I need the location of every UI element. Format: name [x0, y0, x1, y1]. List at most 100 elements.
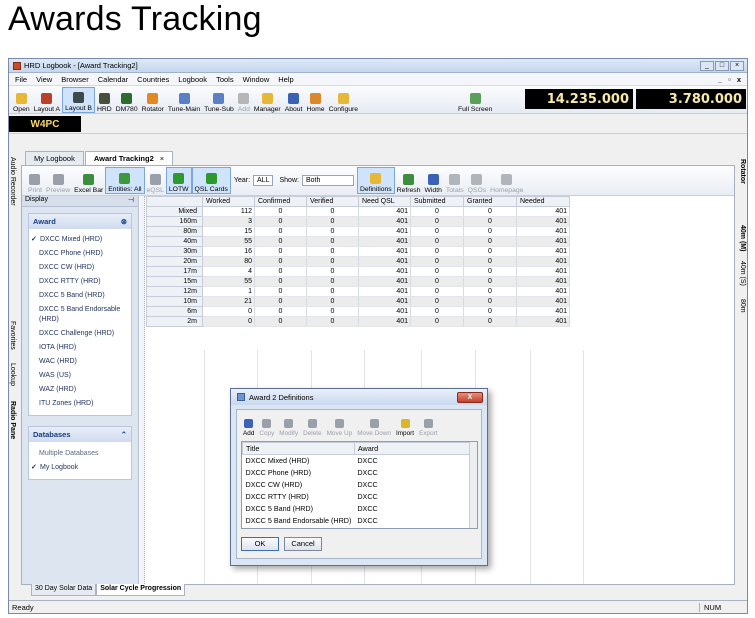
- cell-worked[interactable]: 0: [202, 316, 255, 327]
- col-header-worked[interactable]: Worked: [202, 196, 255, 207]
- database-item-my-logbook[interactable]: ✓ My Logbook: [31, 461, 128, 475]
- side-tab-rotator[interactable]: Rotator: [739, 159, 746, 184]
- tab-solar-cycle-progression[interactable]: Solar Cycle Progression: [96, 584, 186, 596]
- cell-needed[interactable]: 401: [516, 306, 570, 317]
- entities-all-button[interactable]: Entities: All: [105, 167, 145, 194]
- cell-granted[interactable]: 0: [463, 306, 517, 317]
- cell-granted[interactable]: 0: [463, 256, 517, 267]
- cell-needed[interactable]: 401: [516, 246, 570, 257]
- award-item-iota-hrd[interactable]: IOTA (HRD): [39, 341, 128, 355]
- table-row[interactable]: 40m 55 0 0 401 0 0 401: [146, 236, 570, 247]
- cell-confirmed[interactable]: 0: [254, 226, 307, 237]
- menu-logbook[interactable]: Logbook: [178, 75, 207, 84]
- cell-needed[interactable]: 401: [516, 296, 570, 307]
- table-row[interactable]: 12m 1 0 0 401 0 0 401: [146, 286, 570, 297]
- refresh-button[interactable]: Refresh: [395, 167, 423, 194]
- cell-need-qsl[interactable]: 401: [358, 246, 411, 257]
- list-item[interactable]: DXCC Mixed (HRD) DXCC: [243, 455, 472, 467]
- cell-needed[interactable]: 401: [516, 216, 570, 227]
- table-row[interactable]: 2m 0 0 0 401 0 0 401: [146, 316, 570, 327]
- tab-award-tracking[interactable]: Award Tracking2 ×: [84, 151, 174, 165]
- list-item[interactable]: DXCC 5 Band Endorsable (HRD) DXCC: [243, 515, 472, 527]
- cell-worked[interactable]: 112: [202, 206, 255, 217]
- add-button[interactable]: Add: [241, 411, 256, 437]
- col-header-submitted[interactable]: Submitted: [410, 196, 464, 207]
- award-item-dxcc-mixed-hrd[interactable]: ✓ DXCC Mixed (HRD): [31, 233, 128, 247]
- close-button[interactable]: ×: [730, 60, 744, 71]
- table-row[interactable]: Mixed 112 0 0 401 0 0 401: [146, 206, 570, 217]
- pin-icon[interactable]: ⊣: [128, 196, 134, 206]
- layout-a-button[interactable]: Layout A: [32, 87, 62, 113]
- table-row[interactable]: 30m 16 0 0 401 0 0 401: [146, 246, 570, 257]
- manager-button[interactable]: Manager: [252, 87, 283, 113]
- menu-calendar[interactable]: Calendar: [98, 75, 128, 84]
- definitions-button[interactable]: Definitions: [356, 167, 395, 194]
- cell-submitted[interactable]: 0: [410, 216, 464, 227]
- cell-granted[interactable]: 0: [463, 266, 517, 277]
- side-tab-80m[interactable]: 80m: [739, 299, 746, 313]
- preview-button[interactable]: Preview: [44, 167, 72, 194]
- move-down-button[interactable]: Move Down: [355, 411, 393, 437]
- cell-needed[interactable]: 401: [516, 286, 570, 297]
- cell-submitted[interactable]: 0: [410, 256, 464, 267]
- table-row[interactable]: 15m 55 0 0 401 0 0 401: [146, 276, 570, 287]
- cell-submitted[interactable]: 0: [410, 276, 464, 287]
- col-header-needed[interactable]: Needed: [516, 196, 570, 207]
- col-title-header[interactable]: Title: [242, 442, 355, 455]
- side-tab-40m-m[interactable]: 40m (M): [739, 225, 746, 251]
- cell-submitted[interactable]: 0: [410, 236, 464, 247]
- cell-verified[interactable]: 0: [306, 206, 359, 217]
- menu-browser[interactable]: Browser: [61, 75, 89, 84]
- cell-confirmed[interactable]: 0: [254, 276, 307, 287]
- import-button[interactable]: Import: [394, 411, 416, 437]
- cell-worked[interactable]: 4: [202, 266, 255, 277]
- cell-worked[interactable]: 0: [202, 306, 255, 317]
- eqsl-button[interactable]: eQSL: [145, 167, 166, 194]
- export-button[interactable]: Export: [417, 411, 439, 437]
- collapse-icon[interactable]: ⊗: [121, 217, 127, 226]
- cell-needed[interactable]: 401: [516, 276, 570, 287]
- cell-worked[interactable]: 55: [202, 276, 255, 287]
- cell-granted[interactable]: 0: [463, 276, 517, 287]
- about-button[interactable]: About: [283, 87, 305, 113]
- hrd-button[interactable]: HRD: [95, 87, 114, 113]
- list-item[interactable]: DXCC 5 Band (HRD) DXCC: [243, 503, 472, 515]
- cell-granted[interactable]: 0: [463, 246, 517, 257]
- menu-help[interactable]: Help: [278, 75, 293, 84]
- cell-worked[interactable]: 80: [202, 256, 255, 267]
- cell-granted[interactable]: 0: [463, 286, 517, 297]
- cell-confirmed[interactable]: 0: [254, 246, 307, 257]
- side-tab-radio-pane[interactable]: Radio Pane: [9, 401, 16, 439]
- cell-granted[interactable]: 0: [463, 216, 517, 227]
- cell-confirmed[interactable]: 0: [254, 256, 307, 267]
- cell-need-qsl[interactable]: 401: [358, 306, 411, 317]
- cell-granted[interactable]: 0: [463, 226, 517, 237]
- collapse-up-icon[interactable]: ⌃: [121, 430, 127, 439]
- fullscreen-button[interactable]: Full Screen: [456, 87, 494, 113]
- layout-b-button[interactable]: Layout B: [62, 86, 95, 113]
- menu-file[interactable]: File: [15, 75, 27, 84]
- cell-confirmed[interactable]: 0: [254, 236, 307, 247]
- cell-worked[interactable]: 15: [202, 226, 255, 237]
- copy-button[interactable]: Copy: [257, 411, 276, 437]
- list-item[interactable]: DXCC CW (HRD) DXCC: [243, 479, 472, 491]
- lotw-button[interactable]: LOTW: [165, 167, 192, 194]
- side-tab-lookup[interactable]: Lookup: [9, 363, 16, 386]
- cell-granted[interactable]: 0: [463, 236, 517, 247]
- cell-granted[interactable]: 0: [463, 296, 517, 307]
- cell-verified[interactable]: 0: [306, 266, 359, 277]
- award-item-dxcc-cw-hrd[interactable]: DXCC CW (HRD): [39, 261, 128, 275]
- cell-verified[interactable]: 0: [306, 276, 359, 287]
- totals-button[interactable]: Totals: [444, 167, 466, 194]
- move-up-button[interactable]: Move Up: [325, 411, 355, 437]
- table-row[interactable]: 160m 3 0 0 401 0 0 401: [146, 216, 570, 227]
- qsl-cards-button[interactable]: QSL Cards: [191, 167, 231, 194]
- cell-submitted[interactable]: 0: [410, 306, 464, 317]
- list-item[interactable]: DXCC Phone (HRD) DXCC: [243, 467, 472, 479]
- frequency-display-main[interactable]: 14.235.000: [525, 89, 633, 109]
- ok-button[interactable]: OK: [241, 537, 279, 551]
- menu-window[interactable]: Window: [243, 75, 270, 84]
- award-item-dxcc-5-band-hrd[interactable]: DXCC 5 Band (HRD): [39, 289, 128, 303]
- cell-verified[interactable]: 0: [306, 306, 359, 317]
- tune-main-button[interactable]: Tune-Main: [166, 87, 202, 113]
